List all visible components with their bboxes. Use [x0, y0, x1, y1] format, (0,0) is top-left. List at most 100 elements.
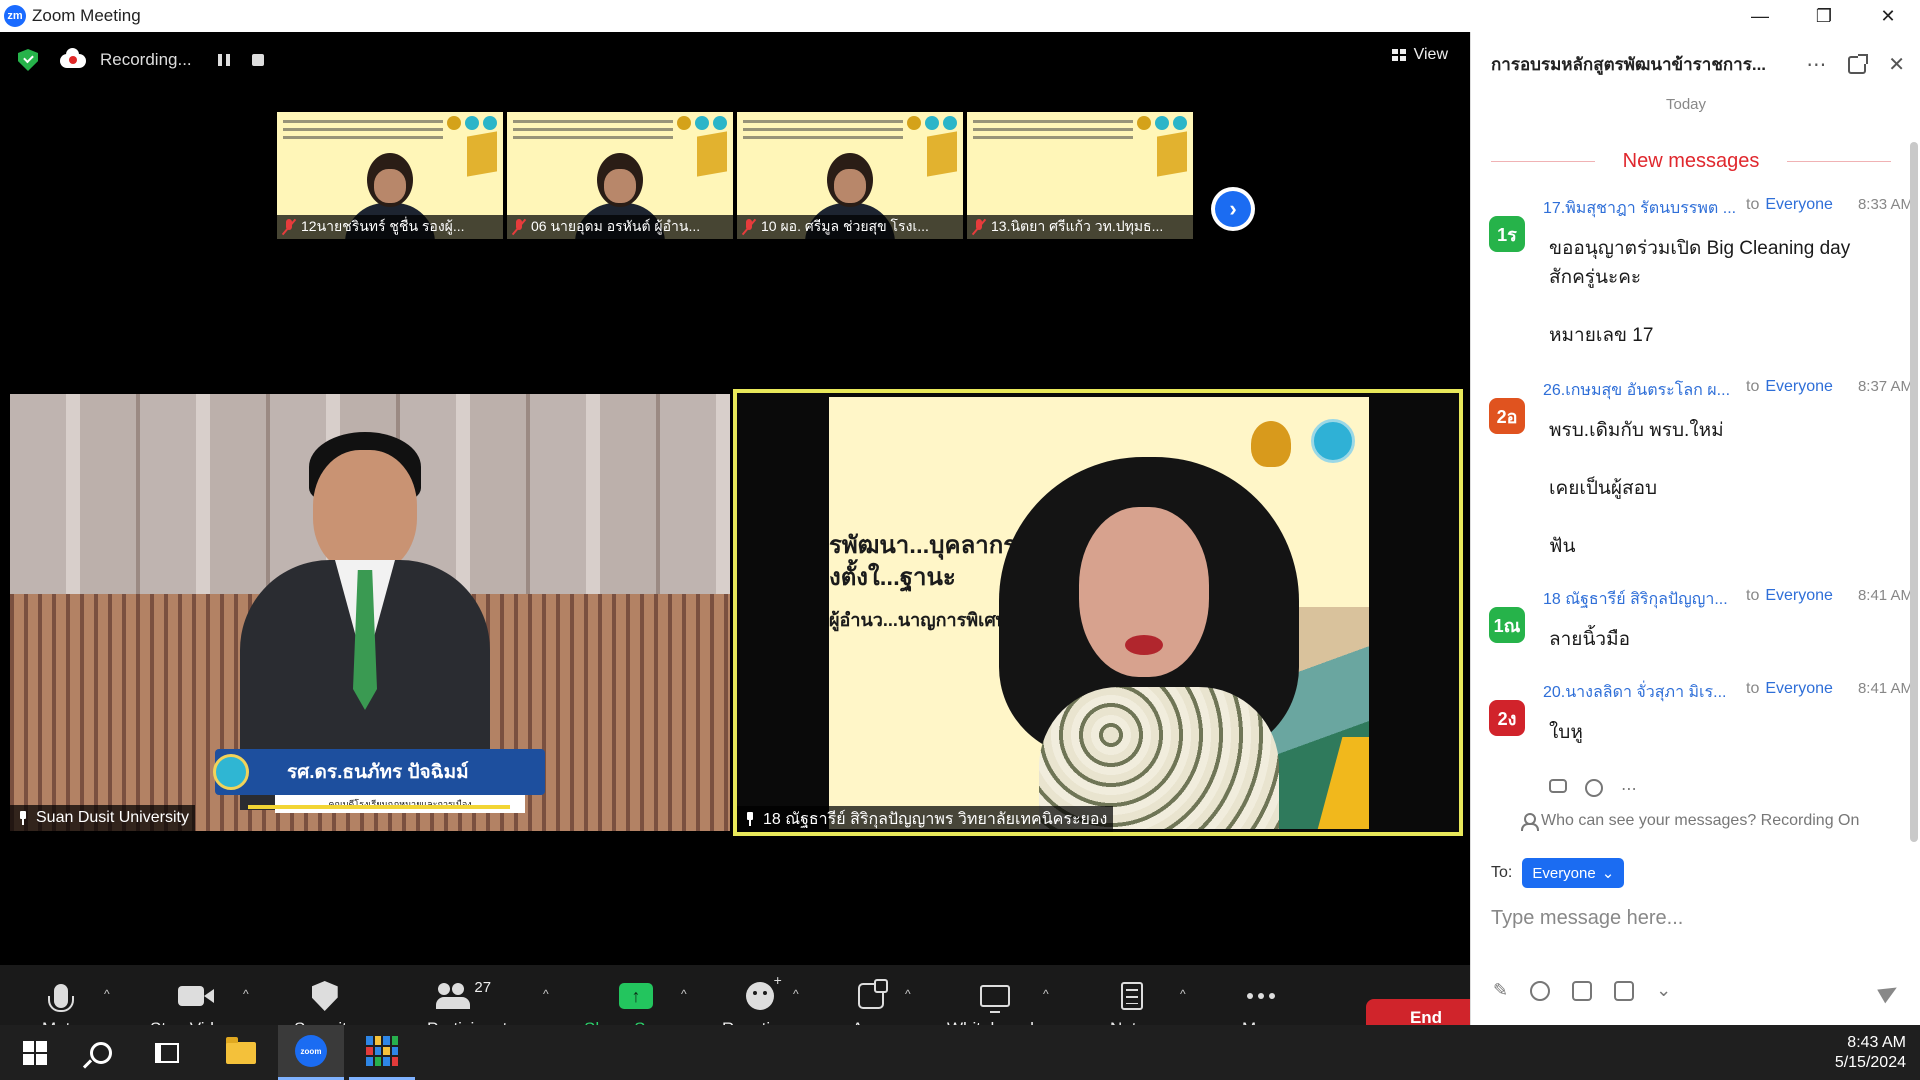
app-taskbar-button[interactable] — [349, 1025, 415, 1080]
close-chat-icon[interactable]: ✕ — [1888, 52, 1905, 77]
cloud-recording-icon — [60, 48, 86, 69]
message-line: เคยเป็นผู้สอบ — [1549, 478, 1658, 499]
pop-out-icon[interactable] — [1848, 53, 1869, 74]
emblem-icon — [1311, 419, 1355, 463]
avatar: 1ณ — [1489, 607, 1525, 643]
folder-icon — [226, 1036, 256, 1064]
grid-view-icon — [1391, 49, 1406, 61]
new-messages-divider: New messages — [1491, 150, 1891, 173]
participant-name: 13.นิตยา ศรีแก้ว วท.ปทุมธ... — [991, 218, 1164, 234]
recipient-row: To: Everyone ⌄ — [1491, 858, 1625, 888]
message-recipient: Everyone — [1765, 196, 1833, 213]
pause-recording-button[interactable] — [217, 54, 230, 66]
chat-message-input[interactable] — [1491, 898, 1901, 938]
chevron-down-icon[interactable]: ⌄ — [1656, 980, 1671, 1001]
search-button[interactable] — [68, 1025, 134, 1080]
send-icon[interactable] — [1877, 980, 1901, 1004]
add-reaction-icon[interactable] — [1585, 779, 1603, 797]
next-page-button[interactable]: › — [1211, 187, 1255, 231]
participant-name-tag: 06 นายอุดม อรหันต์ ผู้อำน... — [507, 215, 733, 239]
video-name-tag: 18 ณัฐธารีย์ สิริกุลปัญญาพร วิทยาลัยเทคน… — [737, 806, 1114, 832]
chevron-right-icon: › — [1215, 191, 1251, 227]
whiteboards-options-caret[interactable]: ^ — [1043, 987, 1049, 1001]
shared-slide-background: รพัฒนา...บุคลากรทางการศึกษา งตั้งใ...ฐาน… — [829, 397, 1369, 829]
speaker-video-right[interactable]: รพัฒนา...บุคลากรทางการศึกษา งตั้งใ...ฐาน… — [733, 389, 1463, 836]
task-view-icon — [155, 1042, 179, 1063]
share-options-caret[interactable]: ^ — [681, 987, 687, 1001]
message-sender[interactable]: 17.พิมสุชาฎา รัตนบรรพต ... — [1543, 196, 1738, 221]
compose-toolbar: ✎ ⌄ — [1493, 980, 1671, 1001]
video-options-caret[interactable]: ^ — [243, 987, 249, 1001]
task-view-button[interactable] — [134, 1025, 200, 1080]
stop-recording-button[interactable] — [251, 54, 264, 66]
message-time: 8:33 AM — [1857, 196, 1913, 213]
message-more-icon[interactable]: ⋯ — [1621, 779, 1637, 799]
message-body: พรบ.เดิมกับ พรบ.ใหม่ เคยเป็นผู้สอบ ฟัน — [1549, 416, 1869, 561]
date-separator: Today — [1665, 96, 1707, 113]
share-screen-icon: ↑ — [618, 983, 653, 1009]
close-window-button[interactable]: ✕ — [1856, 0, 1920, 32]
minimize-button[interactable]: — — [1728, 0, 1792, 32]
participant-name: 10 ผอ. ศรีมูล ช่วยสุข โรงเ... — [761, 218, 929, 234]
lower-third-name: รศ.ดร.ธนภัทร ปัจฉิมม์ — [287, 762, 469, 783]
apps-icon — [858, 979, 889, 1009]
restore-button[interactable]: ❐ — [1792, 0, 1856, 32]
message-sender[interactable]: 18 ณัฐธารีย์ สิริกุลปัญญา... — [1543, 587, 1738, 612]
participant-thumbnail[interactable]: 13.นิตยา ศรีแก้ว วท.ปทุมธ... — [967, 112, 1193, 239]
notes-options-caret[interactable]: ^ — [1180, 987, 1186, 1001]
windows-logo-icon — [23, 1040, 47, 1065]
clock-date: 5/15/2024 — [1834, 1054, 1906, 1071]
speaker-video-left[interactable]: รศ.ดร.ธนภัทร ปัจฉิมม์ คณบดีโรงเรียนกฎหมา… — [10, 394, 730, 831]
video-name: Suan Dusit University — [36, 809, 189, 826]
zoom-app-icon: zoom — [295, 1035, 327, 1067]
reactions-icon — [745, 972, 782, 1010]
message-time: 8:41 AM — [1857, 680, 1913, 697]
who-can-see-link[interactable]: Who can see your messages? Recording On — [1521, 812, 1860, 831]
view-button[interactable]: View — [1391, 46, 1448, 64]
message-actions: ⋯ — [1549, 779, 1637, 799]
audio-options-caret[interactable]: ^ — [104, 987, 110, 1001]
app-grid-icon — [366, 1036, 398, 1066]
participant-thumbnails: 12นายชรินทร์ ชูชื่น รองผู้... 06 นายอุดม… — [277, 112, 1193, 239]
message-time: 8:37 AM — [1857, 378, 1913, 395]
participant-thumbnail[interactable]: 12นายชรินทร์ ชูชื่น รองผู้... — [277, 112, 503, 239]
message-recipient: Everyone — [1765, 587, 1833, 604]
who-can-see-text: Who can see your messages? Recording On — [1541, 812, 1860, 829]
format-text-icon[interactable]: ✎ — [1493, 980, 1508, 1001]
muted-mic-icon — [973, 219, 985, 235]
reply-icon[interactable] — [1549, 779, 1567, 793]
whiteboard-icon — [979, 985, 1010, 1013]
encryption-shield-icon[interactable] — [18, 49, 38, 71]
message-body: ขออนุญาตร่วมเปิด Big Cleaning day สักครู… — [1549, 234, 1869, 350]
more-dots-icon — [1247, 993, 1276, 999]
message-body: ใบหู — [1549, 718, 1869, 747]
person-lock-icon — [1521, 813, 1539, 831]
screenshot-icon[interactable] — [1614, 980, 1635, 1001]
avatar: 1ร — [1489, 216, 1525, 252]
shield-icon — [311, 981, 338, 1011]
recipient-dropdown[interactable]: Everyone ⌄ — [1522, 858, 1625, 888]
file-explorer-button[interactable] — [208, 1025, 274, 1080]
participant-thumbnail[interactable]: 06 นายอุดม อรหันต์ ผู้อำน... — [507, 112, 733, 239]
slide-text-line: งตั้งใ...ฐานะ — [829, 564, 956, 591]
participant-thumbnail[interactable]: 10 ผอ. ศรีมูล ช่วยสุข โรงเ... — [737, 112, 963, 239]
message-sender[interactable]: 20.นางลลิดา จั่วสุภา มิเร... — [1543, 680, 1738, 705]
chat-more-options-icon[interactable]: ⋯ — [1806, 52, 1826, 77]
meeting-area: Recording... View 12นายชรินทร์ ชูชื่น รอ… — [0, 32, 1486, 1057]
message-time: 8:41 AM — [1857, 587, 1913, 604]
zoom-taskbar-button[interactable]: zoom — [278, 1025, 344, 1080]
participant-name-tag: 12นายชรินทร์ ชูชื่น รองผู้... — [277, 215, 503, 239]
message-to: to — [1746, 378, 1760, 395]
apps-options-caret[interactable]: ^ — [905, 987, 911, 1001]
participants-options-caret[interactable]: ^ — [543, 987, 549, 1001]
reactions-options-caret[interactable]: ^ — [793, 987, 799, 1001]
windows-taskbar: zoom 8:43 AM 5/15/2024 — [0, 1025, 1920, 1080]
start-button[interactable] — [2, 1025, 68, 1080]
system-clock[interactable]: 8:43 AM 5/15/2024 — [1835, 1033, 1906, 1073]
message-sender[interactable]: 26.เกษมสุข อันตระโลก ผ... — [1543, 378, 1738, 403]
chat-header: การอบรมหลักสูตรพัฒนาข้าราชการ... ⋯ ✕ — [1471, 32, 1920, 96]
recipient-value: Everyone — [1532, 864, 1596, 882]
file-icon[interactable] — [1572, 980, 1593, 1001]
chat-scrollbar[interactable] — [1910, 142, 1918, 842]
emoji-icon[interactable] — [1530, 980, 1551, 1001]
